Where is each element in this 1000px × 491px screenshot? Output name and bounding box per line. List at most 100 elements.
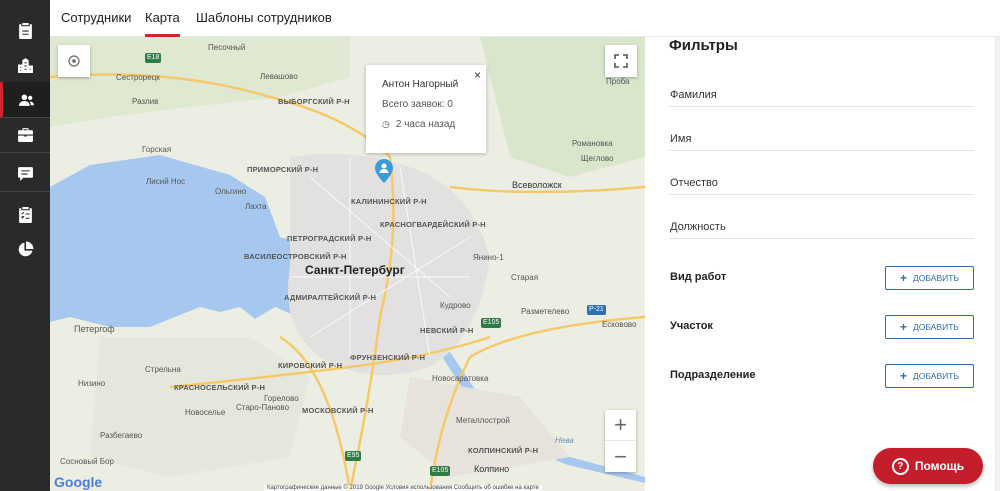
map-place-label: Песочный <box>208 43 246 52</box>
department-label: Подразделение <box>670 369 756 381</box>
location-target-icon <box>68 55 80 67</box>
road-shield: P-21 <box>587 305 606 315</box>
tab-employee-templates[interactable]: Шаблоны сотрудников <box>196 0 332 37</box>
users-icon <box>19 94 34 106</box>
sidebar-item-requests[interactable] <box>0 12 50 48</box>
map-district-label: КАЛИНИНСКИЙ Р-Н <box>351 197 427 206</box>
road-shield: E95 <box>345 451 362 461</box>
map-place-label: Щеглово <box>581 154 614 163</box>
last-name-field[interactable]: Фамилия <box>669 77 974 107</box>
question-icon: ? <box>891 457 909 475</box>
fullscreen-icon <box>614 54 628 68</box>
add-work-type-button[interactable]: + ДОБАВИТЬ <box>885 266 974 290</box>
map-place-label: Ольгино <box>215 187 247 196</box>
add-site-label: ДОБАВИТЬ <box>913 322 959 332</box>
map-place-label: Левашово <box>260 72 298 81</box>
map-district-label: ФРУНЗЕНСКИЙ Р-Н <box>350 353 426 362</box>
checklist-icon <box>18 206 32 223</box>
sidebar-item-tasks[interactable] <box>0 196 50 232</box>
add-work-type-label: ДОБАВИТЬ <box>913 273 959 283</box>
map-place-label: Сосновый Бор <box>60 457 114 466</box>
map-attribution[interactable]: Картографические данные © 2019 Google Ус… <box>264 485 542 491</box>
sidebar-item-employees[interactable] <box>0 82 50 118</box>
map-place-label: Низино <box>78 379 106 388</box>
map-place-label: Проба <box>606 77 630 86</box>
road-shield: E18 <box>145 53 162 63</box>
work-type-label: Вид работ <box>670 271 727 283</box>
map-place-label: Разлив <box>132 97 159 106</box>
middle-name-label: Отчество <box>670 177 718 189</box>
employee-name: Антон Нагорный <box>382 79 459 90</box>
map-place-label: Стрельна <box>145 365 181 374</box>
zoom-out-button[interactable]: − <box>605 441 636 472</box>
last-seen: ◷ 2 часа назад <box>382 119 486 130</box>
map-district-label: ВАСИЛЕОСТРОВСКИЙ Р-Н <box>244 252 347 261</box>
site-label: Участок <box>670 320 713 332</box>
scrollbar-track[interactable] <box>995 37 1000 491</box>
map-place-label: Лахта <box>245 202 267 211</box>
map-place-label: Янино-1 <box>473 253 504 262</box>
map-district-label: ВЫБОРГСКИЙ Р-Н <box>278 97 350 106</box>
map-place-label: Старо-Паново <box>236 403 290 412</box>
plus-icon: + <box>900 271 908 285</box>
add-department-label: ДОБАВИТЬ <box>913 371 959 381</box>
map-place-label: Петергоф <box>74 324 115 334</box>
add-department-button[interactable]: + ДОБАВИТЬ <box>885 364 974 388</box>
map-view[interactable]: Песочный Сестрорецк Левашово Разлив Горс… <box>50 37 645 491</box>
map-district-label: КИРОВСКИЙ Р-Н <box>278 361 343 370</box>
first-name-label: Имя <box>670 133 692 145</box>
map-district-label: ПЕТРОГРАДСКИЙ Р-Н <box>287 234 372 243</box>
map-district-label: КОЛПИНСКИЙ Р-Н <box>468 446 539 455</box>
popup-close-button[interactable]: × <box>474 68 481 82</box>
map-place-label: Разметелево <box>521 307 570 316</box>
zoom-control: + − <box>605 410 636 472</box>
tab-map[interactable]: Карта <box>145 0 180 37</box>
zoom-in-button[interactable]: + <box>605 410 636 441</box>
plus-icon: + <box>900 369 908 383</box>
map-place-label: Новоселье <box>185 408 226 417</box>
map-district-label: ПРИМОРСКИЙ Р-Н <box>247 165 319 174</box>
clock-icon: ◷ <box>382 119 390 129</box>
map-place-label: Горская <box>142 145 172 154</box>
map-water-label: Нева <box>555 436 574 445</box>
map-place-label: Металлострой <box>456 416 510 425</box>
google-logo: Google <box>54 474 103 490</box>
help-label: Помощь <box>914 459 965 473</box>
map-district-label: КРАСНОСЕЛЬСКИЙ Р-Н <box>174 383 266 392</box>
sidebar-divider <box>0 152 50 153</box>
sidebar-item-messages[interactable] <box>0 155 50 191</box>
tab-employees[interactable]: Сотрудники <box>61 0 131 37</box>
sidebar-item-reports[interactable] <box>0 231 50 267</box>
sidebar-item-jobs[interactable] <box>0 116 50 152</box>
filters-title: Фильтры <box>669 37 738 54</box>
briefcase-icon <box>17 127 33 142</box>
last-name-label: Фамилия <box>670 89 717 101</box>
add-site-button[interactable]: + ДОБАВИТЬ <box>885 315 974 339</box>
map-district-label: КРАСНОГВАРДЕЙСКИЙ Р-Н <box>380 220 486 229</box>
buildings-icon <box>17 57 33 73</box>
sidebar-item-objects[interactable] <box>0 47 50 83</box>
sidebar-divider <box>0 191 50 192</box>
map-place-label: Лисий Нос <box>146 177 186 186</box>
map-place-label: Старая <box>511 273 539 282</box>
plus-icon: + <box>900 320 908 334</box>
my-location-button[interactable] <box>58 45 90 77</box>
map-district-label: АДМИРАЛТЕЙСКИЙ Р-Н <box>284 293 377 302</box>
position-field[interactable]: Должность <box>669 209 974 239</box>
employee-map-marker[interactable] <box>375 159 393 183</box>
map-place-label: Новосаратовка <box>432 374 489 383</box>
map-district-label: МОСКОВСКИЙ Р-Н <box>302 406 374 415</box>
map-place-label: Романовка <box>572 139 613 148</box>
employee-request-count: Всего заявок: 0 <box>382 99 453 110</box>
first-name-field[interactable]: Имя <box>669 121 974 151</box>
fullscreen-button[interactable] <box>605 45 637 77</box>
map-city-label: Санкт-Петербург <box>305 263 405 277</box>
map-place-label: Горелово <box>264 394 299 403</box>
pie-chart-icon <box>18 241 33 256</box>
sidebar <box>0 0 50 491</box>
tab-bar: Сотрудники Карта Шаблоны сотрудников <box>50 0 1000 37</box>
middle-name-field[interactable]: Отчество <box>669 165 974 195</box>
map-place-label: Разбегаево <box>100 431 143 440</box>
clipboard-icon <box>18 22 32 39</box>
help-button[interactable]: ? Помощь <box>873 448 983 484</box>
